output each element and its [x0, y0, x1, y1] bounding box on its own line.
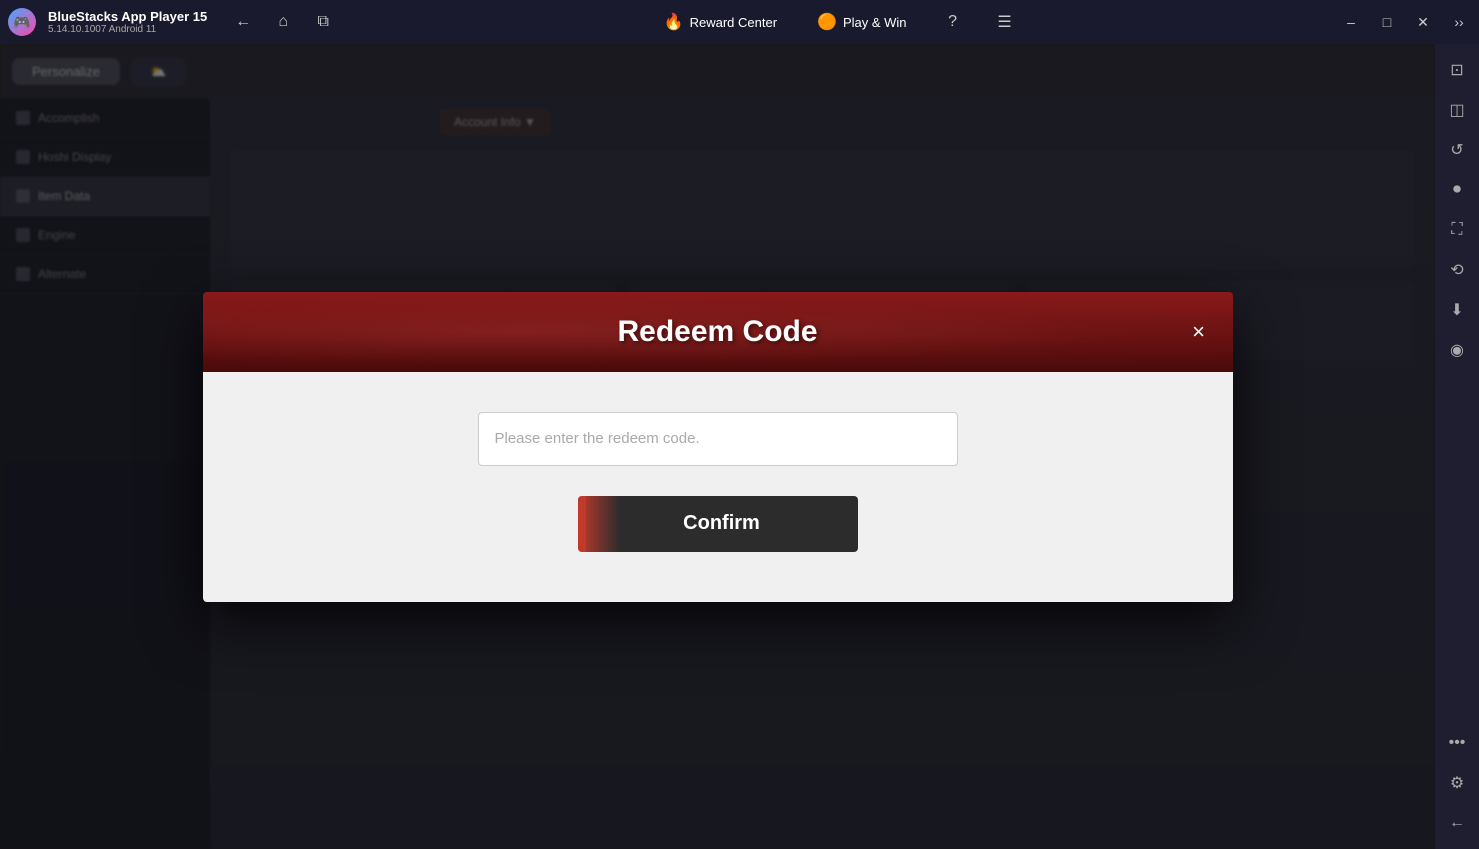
confirm-button-label: Confirm [683, 512, 760, 535]
modal-title: Redeem Code [617, 315, 817, 349]
sidebar-rotate-left-icon[interactable]: ⟲ [1439, 252, 1475, 288]
sidebar-toggle-button[interactable]: ›› [1443, 6, 1475, 38]
reward-center-button[interactable]: 🔥 Reward Center [654, 8, 787, 36]
nav-buttons: ← ⌂ ⧉ [227, 6, 339, 38]
app-name: BlueStacks App Player 15 [48, 9, 207, 24]
modal-header: Redeem Code × [203, 292, 1233, 372]
play-win-icon: 🟠 [817, 12, 837, 32]
sidebar-record-icon[interactable]: ⏺ [1439, 172, 1475, 208]
reward-icon: 🔥 [664, 12, 684, 32]
sidebar-back-icon[interactable]: ← [1439, 805, 1475, 841]
help-button[interactable]: ? [937, 6, 969, 38]
reward-center-label: Reward Center [690, 15, 777, 30]
back-nav-button[interactable]: ← [227, 6, 259, 38]
app-logo: 🎮 [0, 0, 44, 44]
sidebar-more-icon[interactable]: ••• [1439, 725, 1475, 761]
app-info: BlueStacks App Player 15 5.14.10.1007 An… [48, 9, 207, 35]
confirm-button[interactable]: Confirm [578, 496, 858, 552]
multi-instance-button[interactable]: ⧉ [307, 6, 339, 38]
play-win-label: Play & Win [843, 15, 907, 30]
right-sidebar: ⊡ ◫ ↺ ⏺ ⛶ ⟲ ⬇ ◉ ••• ⚙ ← [1435, 44, 1479, 849]
sidebar-camera-icon[interactable]: ◫ [1439, 92, 1475, 128]
menu-button[interactable]: ☰ [989, 6, 1021, 38]
sidebar-settings-icon[interactable]: ⚙ [1439, 765, 1475, 801]
sidebar-wifi-icon[interactable]: ◉ [1439, 332, 1475, 368]
title-bar: 🎮 BlueStacks App Player 15 5.14.10.1007 … [0, 0, 1479, 44]
sidebar-download-icon[interactable]: ⬇ [1439, 292, 1475, 328]
play-win-button[interactable]: 🟠 Play & Win [807, 8, 917, 36]
sidebar-screenshot-icon[interactable]: ⊡ [1439, 52, 1475, 88]
modal-body: Confirm [203, 372, 1233, 602]
logo-circle: 🎮 [8, 8, 36, 36]
modal-close-button[interactable]: × [1181, 314, 1217, 350]
app-version: 5.14.10.1007 Android 11 [48, 24, 207, 35]
minimize-button[interactable]: – [1335, 6, 1367, 38]
title-bar-center: 🔥 Reward Center 🟠 Play & Win ? ☰ [339, 6, 1335, 38]
home-nav-button[interactable]: ⌂ [267, 6, 299, 38]
sidebar-refresh-icon[interactable]: ↺ [1439, 132, 1475, 168]
redeem-code-modal: Redeem Code × Confirm [203, 292, 1233, 602]
redeem-code-input[interactable] [478, 412, 958, 466]
window-controls: – □ ✕ ›› [1335, 6, 1475, 38]
modal-overlay: Redeem Code × Confirm [0, 44, 1435, 849]
close-button[interactable]: ✕ [1407, 6, 1439, 38]
sidebar-fullscreen-icon[interactable]: ⛶ [1439, 212, 1475, 248]
maximize-button[interactable]: □ [1371, 6, 1403, 38]
